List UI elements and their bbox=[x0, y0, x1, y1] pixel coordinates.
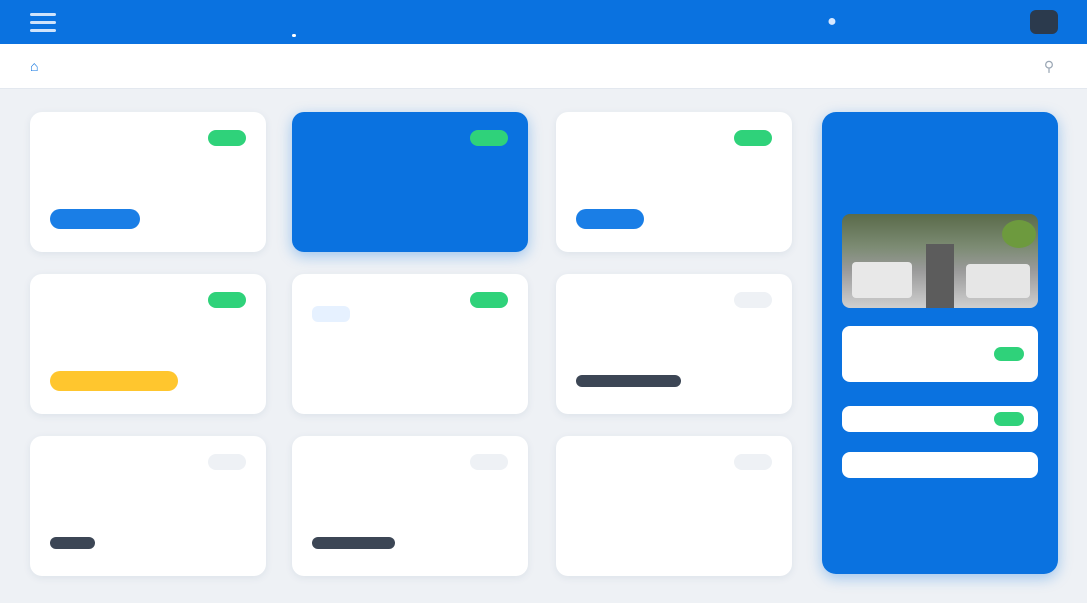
task-card[interactable] bbox=[30, 112, 266, 252]
task-card[interactable] bbox=[292, 274, 528, 414]
top-bar: ● bbox=[0, 0, 1087, 44]
progress-row bbox=[312, 532, 508, 554]
bell-icon[interactable]: ● bbox=[822, 12, 842, 32]
location-photo bbox=[842, 214, 1038, 308]
search-icon[interactable]: ⚲ bbox=[1040, 57, 1058, 75]
progress-bar bbox=[576, 209, 644, 229]
task-card[interactable] bbox=[30, 274, 266, 414]
progress-bar bbox=[576, 375, 681, 387]
progress-row bbox=[50, 208, 246, 230]
status-badge bbox=[470, 454, 508, 470]
home-icon[interactable]: ⌂ bbox=[30, 58, 48, 74]
status-badge bbox=[734, 454, 772, 470]
status-pill bbox=[994, 347, 1024, 361]
progress-row bbox=[50, 370, 246, 392]
toggle-switch[interactable] bbox=[994, 412, 1024, 426]
task-card-selected[interactable] bbox=[292, 112, 528, 252]
progress-bar bbox=[50, 209, 140, 229]
progress-row bbox=[576, 370, 772, 392]
panel-toggle-row[interactable] bbox=[842, 406, 1038, 432]
breadcrumb bbox=[78, 44, 162, 88]
status-badge bbox=[208, 292, 246, 308]
status-badge bbox=[470, 292, 508, 308]
status-badge bbox=[734, 292, 772, 308]
panel-info-box[interactable] bbox=[842, 326, 1038, 382]
nav-item-3[interactable] bbox=[378, 16, 386, 28]
progress-row bbox=[576, 208, 772, 230]
progress-bar bbox=[50, 537, 95, 549]
status-badge bbox=[208, 454, 246, 470]
top-nav bbox=[290, 0, 386, 44]
status-badge bbox=[208, 130, 246, 146]
progress-row bbox=[50, 532, 246, 554]
task-card[interactable] bbox=[30, 436, 266, 576]
nav-item-2[interactable] bbox=[334, 16, 342, 28]
card-tag bbox=[312, 306, 350, 322]
nav-item-1[interactable] bbox=[290, 16, 298, 37]
panel-input-row[interactable] bbox=[842, 452, 1038, 478]
task-card[interactable] bbox=[556, 274, 792, 414]
sub-bar: ⌂ ⚲ bbox=[0, 44, 1087, 89]
progress-bar bbox=[50, 371, 178, 391]
status-badge bbox=[470, 130, 508, 146]
task-card[interactable] bbox=[556, 436, 792, 576]
status-badge bbox=[734, 130, 772, 146]
detail-panel bbox=[822, 112, 1058, 574]
avatar[interactable] bbox=[1030, 10, 1058, 34]
task-card[interactable] bbox=[292, 436, 528, 576]
task-card[interactable] bbox=[556, 112, 792, 252]
menu-icon[interactable] bbox=[30, 10, 56, 34]
progress-bar bbox=[312, 537, 395, 549]
